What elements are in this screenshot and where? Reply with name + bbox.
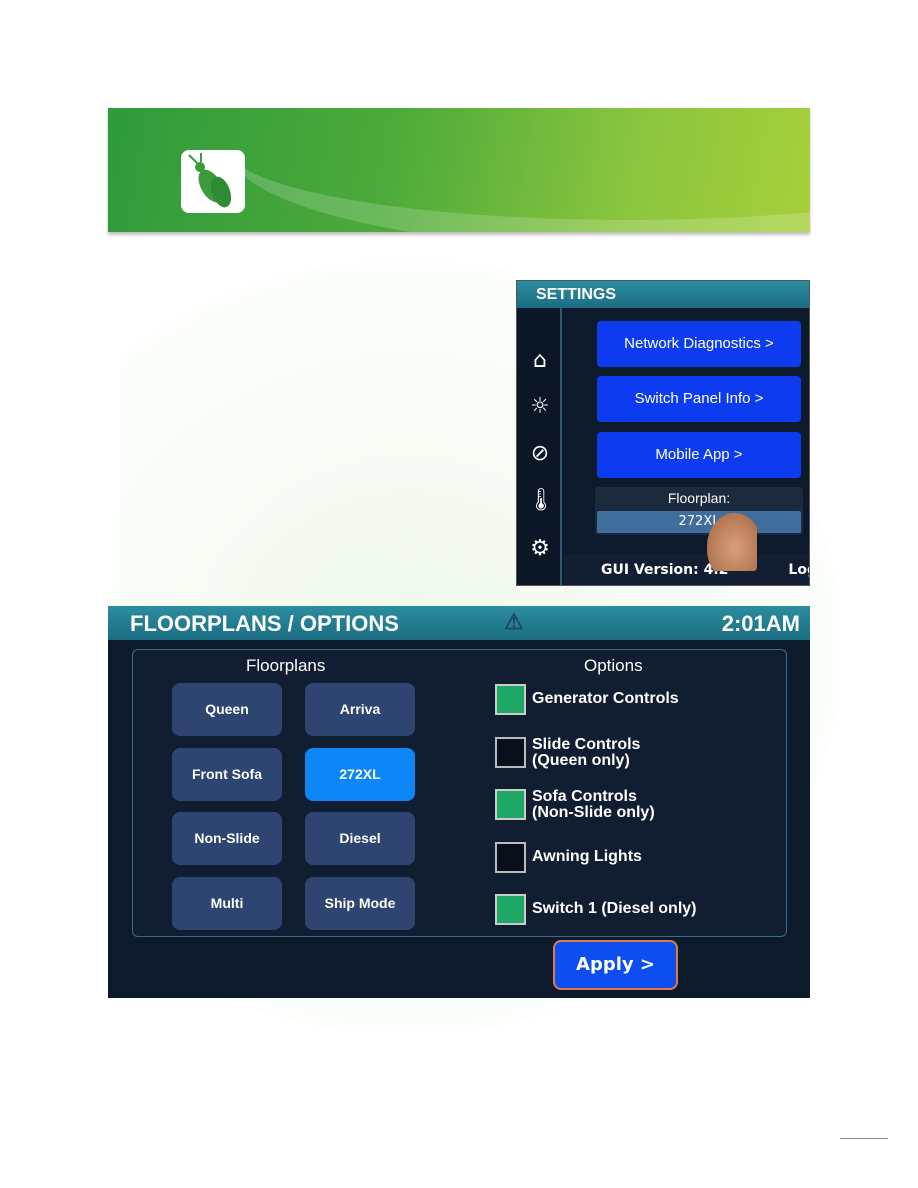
option-label: Generator Controls	[532, 691, 679, 707]
option-label-line1: Awning Lights	[532, 848, 642, 865]
floorplan-button[interactable]: Non-Slide	[172, 812, 282, 865]
apply-button[interactable]: Apply >	[553, 940, 678, 990]
floorplan-button[interactable]: Queen	[172, 683, 282, 736]
lightbulb-icon[interactable]: ☼	[527, 394, 553, 420]
login-button[interactable]: Logi	[788, 562, 809, 578]
floorplans-title: FLOORPLANS / OPTIONS	[130, 611, 399, 636]
floorplan-button[interactable]: 272XL	[305, 747, 415, 801]
option-checkbox[interactable]	[495, 894, 526, 925]
switch-panel-info-button[interactable]: Switch Panel Info >	[597, 376, 801, 422]
floorplans-screenshot: FLOORPLANS / OPTIONS ⚠ 2:01AM Floorplans O…	[108, 606, 810, 998]
home-icon[interactable]: ⌂	[527, 348, 553, 374]
option-label-line2: (Queen only)	[532, 752, 630, 769]
warning-icon[interactable]: ⚠	[504, 609, 524, 635]
floorplan-button[interactable]: Ship Mode	[305, 876, 415, 930]
mobile-app-button[interactable]: Mobile App >	[597, 432, 801, 478]
option-label: Slide Controls (Queen only)	[532, 737, 640, 769]
network-diagnostics-button[interactable]: Network Diagnostics >	[597, 321, 801, 367]
floorplan-button[interactable]: Diesel	[305, 812, 415, 865]
option-checkbox[interactable]	[495, 842, 526, 873]
title-bar: FLOORPLANS / OPTIONS ⚠ 2:01AM	[108, 606, 810, 640]
thermometer-icon[interactable]: 🌡	[527, 488, 555, 514]
option-label-line1: Slide Controls	[532, 736, 641, 753]
pointing-finger-image	[707, 513, 757, 571]
floorplan-button[interactable]: Multi	[172, 876, 282, 930]
floorplan-button[interactable]: Arriva	[305, 683, 415, 736]
floorplan-label: Floorplan:	[667, 490, 731, 506]
option-checkbox[interactable]	[495, 684, 526, 715]
option-label-line1: Generator Controls	[532, 690, 679, 707]
option-label: Awning Lights	[532, 849, 642, 865]
gear-icon[interactable]: ⚙	[527, 536, 553, 562]
options-panel: Floorplans Options Queen Arriva Front Sofa…	[132, 649, 787, 937]
clock: 2:01AM	[721, 611, 800, 636]
power-icon[interactable]: ⊘	[527, 441, 553, 467]
floorplan-button[interactable]: Front Sofa	[172, 747, 282, 801]
page-number-rule	[840, 1138, 888, 1139]
option-checkbox[interactable]	[495, 737, 526, 768]
options-heading: Options	[584, 656, 643, 675]
floorplans-heading: Floorplans	[246, 656, 326, 675]
option-label: Sofa Controls (Non-Slide only)	[532, 789, 655, 821]
floorplan-value-button[interactable]: 272XL	[597, 511, 801, 533]
option-checkbox[interactable]	[495, 789, 526, 820]
option-label: Switch 1 (Diesel only)	[532, 901, 696, 917]
settings-screenshot: SETTINGS ⌂ ☼ ⊘ 🌡 ⚙ Network Diagnostics >…	[516, 280, 810, 586]
settings-footer: GUI Version: 4.2Logi	[564, 554, 809, 585]
option-label-line1: Switch 1 (Diesel only)	[532, 900, 697, 917]
floorplan-box: Floorplan: 272XL	[595, 487, 803, 535]
option-label-line2: (Non-Slide only)	[532, 804, 655, 821]
sidebar: ⌂ ☼ ⊘ 🌡 ⚙	[517, 308, 562, 585]
option-label-line1: Sofa Controls	[532, 788, 637, 805]
settings-title: SETTINGS	[517, 281, 809, 308]
firefly-logo	[181, 150, 245, 213]
